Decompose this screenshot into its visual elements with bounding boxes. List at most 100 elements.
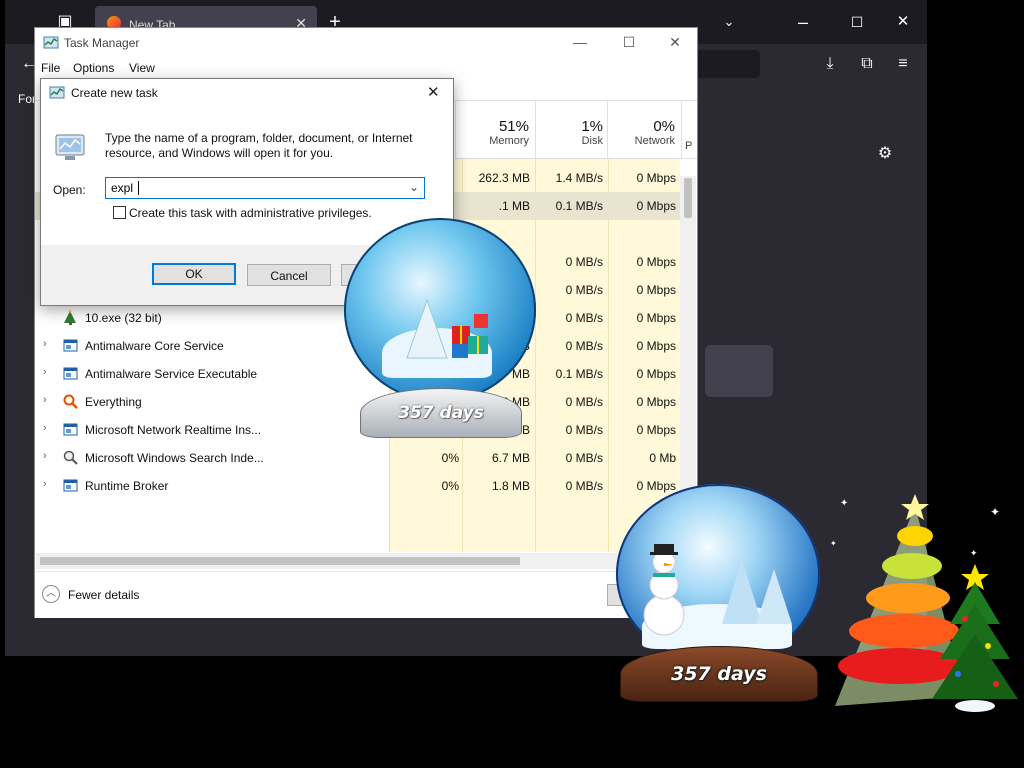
process-name: Everything — [85, 395, 142, 409]
settings-gear-icon[interactable]: ⚙ — [873, 142, 897, 166]
dialog-title: Create new task — [71, 86, 158, 100]
task-manager-titlebar[interactable]: Task Manager — ☐ ✕ — [35, 28, 697, 58]
expand-row-chevron-icon[interactable]: › — [43, 338, 47, 350]
disk-label: Disk — [581, 135, 603, 147]
minimize-icon[interactable]: – — [791, 10, 815, 34]
table-row[interactable]: › Microsoft Windows Search Inde... 0% 6.7 M… — [35, 444, 681, 472]
cell-network: 0 Mbps — [636, 199, 676, 213]
url-bar[interactable] — [690, 50, 760, 78]
text-cursor — [138, 181, 139, 195]
snow-globe-widget-1[interactable]: 357 days — [342, 218, 538, 440]
expand-row-chevron-icon[interactable]: › — [43, 394, 47, 406]
run-program-icon — [55, 134, 85, 160]
process-name: Antimalware Service Executable — [85, 367, 258, 381]
horizontal-scroll-thumb[interactable] — [40, 557, 520, 565]
pine-tree-icon — [406, 298, 448, 359]
christmas-tree-widget[interactable]: ✦ ✦ ✦ ✦ — [820, 486, 1020, 726]
chevron-up-icon[interactable]: ︿ — [42, 585, 60, 603]
cell-disk: 0 MB/s — [565, 423, 603, 437]
everything-search-icon — [63, 394, 78, 409]
cell-cpu: 0% — [441, 451, 459, 465]
tree-process-icon — [63, 309, 78, 325]
globe2-days-counter: 357 days — [671, 663, 767, 685]
shortcut-tile[interactable] — [705, 345, 773, 397]
table-row[interactable]: › Runtime Broker 0% 1.8 MB 0 MB/s 0 Mbps — [35, 472, 681, 500]
vertical-scroll-thumb[interactable] — [684, 178, 692, 218]
tm-maximize-icon[interactable]: ☐ — [615, 32, 643, 52]
column-header-network[interactable]: 0% Network — [609, 118, 675, 147]
service-window-icon — [63, 422, 78, 437]
globe-base-2: 357 days — [620, 646, 818, 702]
cell-disk: 0 MB/s — [565, 395, 603, 409]
tm-close-icon[interactable]: ✕ — [661, 32, 689, 52]
snowman-icon — [643, 544, 685, 636]
download-icon[interactable]: ⤓ — [818, 52, 842, 76]
tm-minimize-icon[interactable]: — — [566, 32, 594, 52]
open-label: Open: — [53, 183, 86, 197]
cell-disk: 0.1 MB/s — [555, 367, 603, 381]
menu-options[interactable]: Options — [73, 61, 114, 75]
cell-memory: 262.3 MB — [478, 171, 530, 185]
cell-memory: 1.8 MB — [491, 479, 530, 493]
run-dialog-icon — [49, 86, 65, 99]
decorated-fir-tree-icon — [932, 564, 1018, 712]
memory-total-pct: 51% — [498, 118, 529, 135]
cell-memory: 6.7 MB — [491, 451, 530, 465]
expand-row-chevron-icon[interactable]: › — [43, 478, 47, 490]
globe1-days-counter: 357 days — [398, 403, 484, 423]
tm-menu-bar: File Options View — [35, 58, 697, 78]
open-combobox[interactable]: expl ⌄ — [105, 177, 425, 199]
chevron-down-icon[interactable]: ⌄ — [409, 180, 419, 194]
frosted-trees-icon — [722, 559, 792, 624]
task-manager-app-icon — [43, 36, 59, 49]
admin-checkbox[interactable] — [113, 206, 126, 219]
extensions-icon[interactable]: ⧉ — [855, 52, 879, 76]
fewer-details-link[interactable]: Fewer details — [68, 588, 139, 602]
svg-text:✦: ✦ — [840, 498, 848, 509]
column-header-row: 51% Memory 1% Disk 0% Network P — [455, 100, 697, 159]
service-window-icon — [63, 478, 78, 493]
dialog-description: Type the name of a program, folder, docu… — [105, 131, 413, 160]
snow-globe-widget-2[interactable]: 357 days — [612, 484, 822, 704]
network-total-pct: 0% — [653, 118, 675, 135]
cell-disk: 0 MB/s — [565, 311, 603, 325]
expand-row-chevron-icon[interactable]: › — [43, 422, 47, 434]
menu-view[interactable]: View — [129, 61, 155, 75]
cancel-button[interactable]: Cancel — [247, 264, 331, 286]
globe-base-1: 357 days — [360, 388, 522, 438]
cell-network: 0 Mbps — [636, 171, 676, 185]
maximize-icon[interactable]: ☐ — [845, 10, 869, 34]
open-input[interactable]: expl — [111, 181, 133, 195]
cell-network: 0 Mbps — [636, 395, 676, 409]
menu-hamburger-icon[interactable]: ≡ — [891, 52, 915, 76]
process-name: 10.exe (32 bit) — [85, 311, 162, 325]
cell-disk: 0 MB/s — [565, 339, 603, 353]
cell-memory: .1 MB — [498, 199, 530, 213]
cell-disk: 0 MB/s — [565, 255, 603, 269]
svg-text:✦: ✦ — [990, 505, 1000, 519]
cell-network: 0 Mbps — [636, 283, 676, 297]
menu-file[interactable]: File — [41, 61, 60, 75]
horizontal-scrollbar[interactable] — [36, 553, 680, 569]
tm-footer: ︿ Fewer details — [35, 571, 697, 618]
service-window-icon — [63, 366, 78, 381]
memory-label: Memory — [489, 135, 529, 147]
ok-button[interactable]: OK — [152, 263, 236, 285]
task-manager-title: Task Manager — [64, 36, 140, 50]
expand-row-chevron-icon[interactable]: › — [43, 450, 47, 462]
list-tabs-chevron-icon[interactable]: ⌄ — [717, 10, 741, 34]
process-name: Antimalware Core Service — [85, 339, 224, 353]
disk-total-pct: 1% — [581, 118, 603, 135]
cell-disk: 0 MB/s — [565, 479, 603, 493]
admin-checkbox-label[interactable]: Create this task with administrative pri… — [129, 206, 372, 220]
svg-text:✦: ✦ — [830, 539, 837, 548]
expand-row-chevron-icon[interactable]: › — [43, 366, 47, 378]
cell-disk: 0 MB/s — [565, 451, 603, 465]
dialog-close-icon[interactable]: ✕ — [427, 83, 440, 101]
column-header-power-partial[interactable]: P — [685, 140, 695, 152]
cell-network: 0 Mbps — [636, 423, 676, 437]
column-header-disk[interactable]: 1% Disk — [537, 118, 603, 147]
column-header-memory[interactable]: 51% Memory — [459, 118, 529, 147]
close-window-icon[interactable]: ✕ — [891, 10, 915, 34]
cell-disk: 0.1 MB/s — [555, 199, 603, 213]
